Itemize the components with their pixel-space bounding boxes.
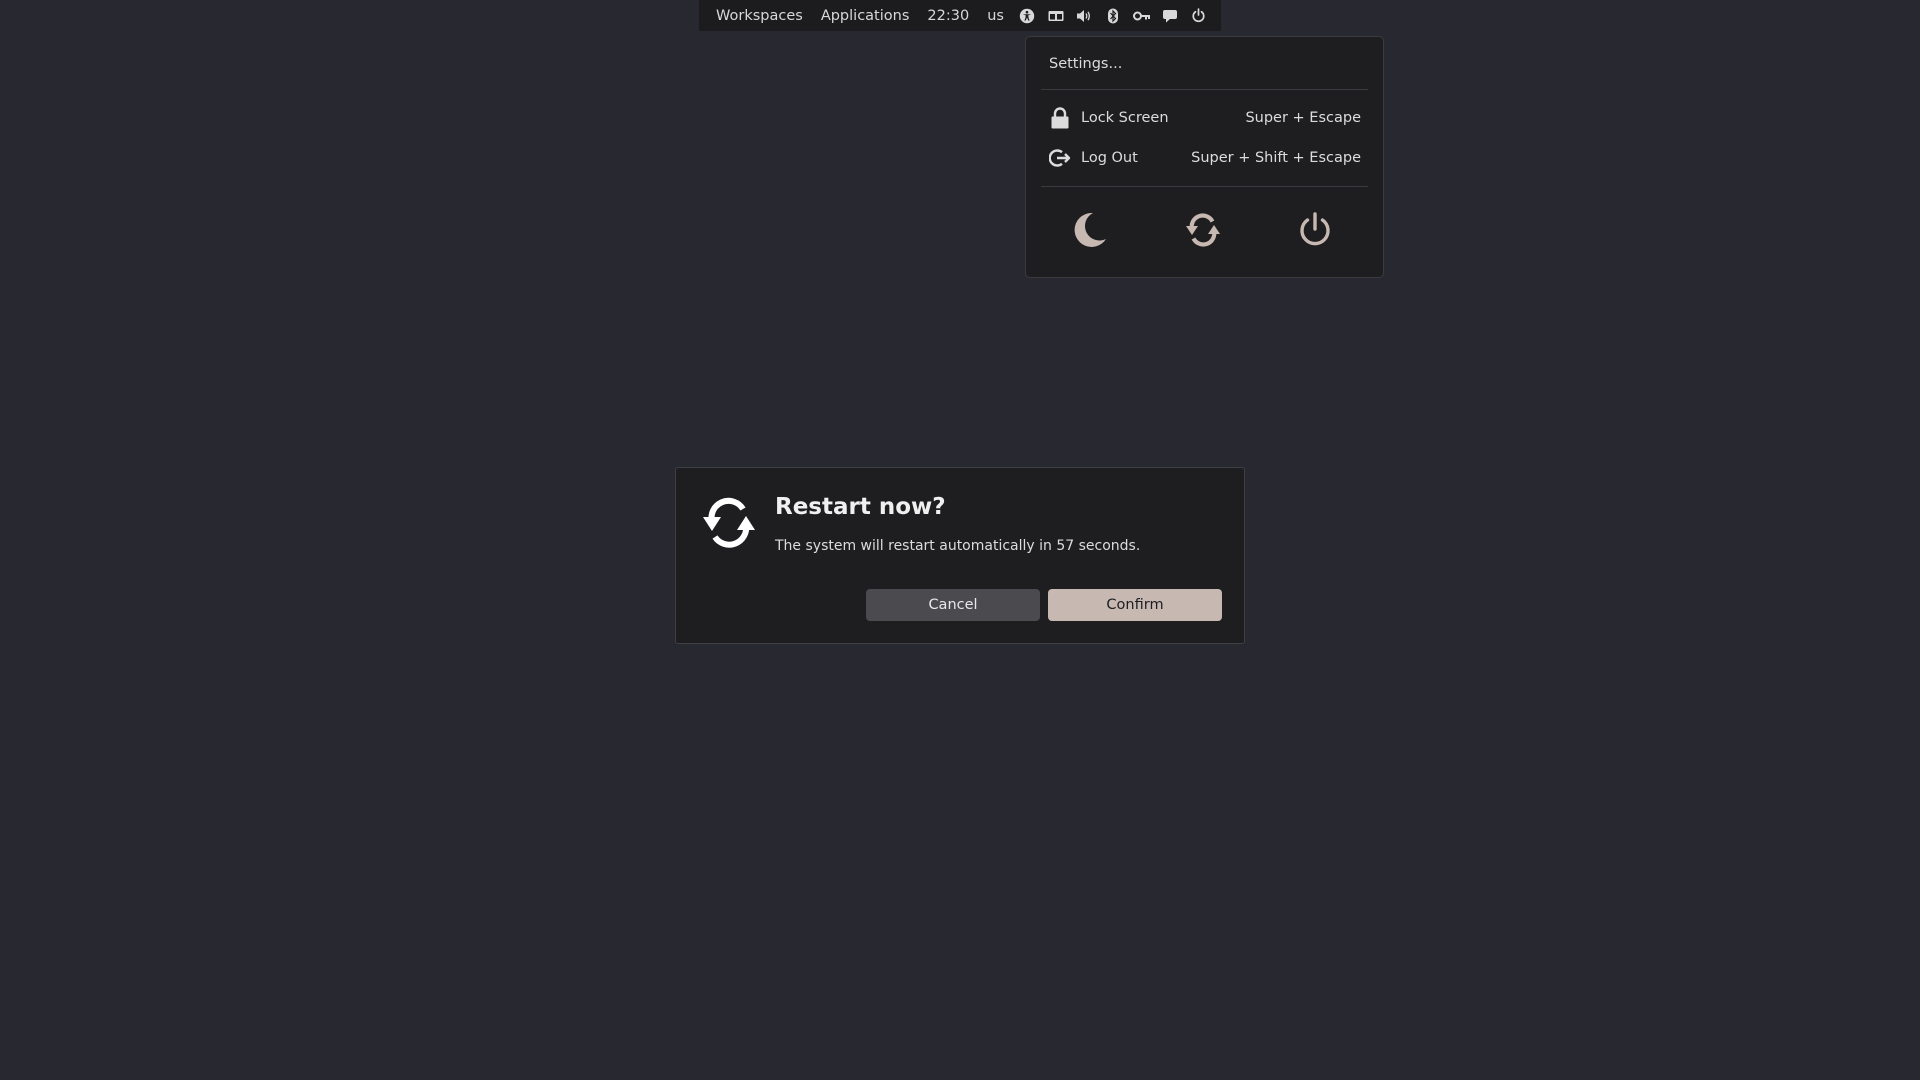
log-out-label: Log Out (1081, 150, 1138, 166)
lock-screen-shortcut: Super + Escape (1245, 110, 1361, 126)
clock[interactable]: 22:30 (918, 8, 978, 24)
chat-icon[interactable] (1156, 0, 1185, 31)
power-off-button[interactable] (1292, 207, 1338, 253)
desktop: Workspaces Applications 22:30 us Setting… (0, 0, 1920, 1080)
top-panel: Workspaces Applications 22:30 us (699, 0, 1221, 31)
applications-button[interactable]: Applications (812, 8, 919, 24)
log-out-icon (1049, 147, 1071, 169)
log-out-menu-item[interactable]: Log Out Super + Shift + Escape (1049, 146, 1361, 170)
power-icon (1300, 212, 1330, 246)
menu-separator (1041, 186, 1368, 187)
moon-icon (1074, 212, 1106, 247)
suspend-button[interactable] (1066, 207, 1112, 253)
settings-menu-item[interactable]: Settings... (1049, 53, 1122, 75)
restart-icon (1186, 213, 1220, 247)
log-out-shortcut: Super + Shift + Escape (1191, 150, 1361, 166)
keyboard-layout-indicator[interactable]: us (978, 8, 1013, 24)
workspaces-button[interactable]: Workspaces (707, 8, 812, 24)
restart-button[interactable] (1180, 207, 1226, 253)
restart-icon (698, 492, 760, 554)
accessibility-icon[interactable] (1013, 0, 1042, 31)
bluetooth-icon[interactable] (1099, 0, 1128, 31)
dialog-message: The system will restart automatically in… (775, 538, 1141, 554)
lock-screen-label: Lock Screen (1081, 110, 1169, 126)
cancel-button[interactable]: Cancel (866, 589, 1040, 621)
confirm-button[interactable]: Confirm (1048, 589, 1222, 621)
key-icon[interactable] (1127, 0, 1156, 31)
lock-icon (1049, 107, 1071, 129)
system-menu: Settings... Lock Screen Super + Escape L… (1025, 36, 1384, 278)
lock-screen-menu-item[interactable]: Lock Screen Super + Escape (1049, 106, 1361, 130)
window-switcher-icon[interactable] (1042, 0, 1071, 31)
volume-icon[interactable] (1070, 0, 1099, 31)
dialog-title: Restart now? (775, 494, 946, 520)
power-icon[interactable] (1184, 0, 1213, 31)
menu-separator (1041, 89, 1368, 90)
restart-dialog: Restart now? The system will restart aut… (675, 467, 1245, 644)
